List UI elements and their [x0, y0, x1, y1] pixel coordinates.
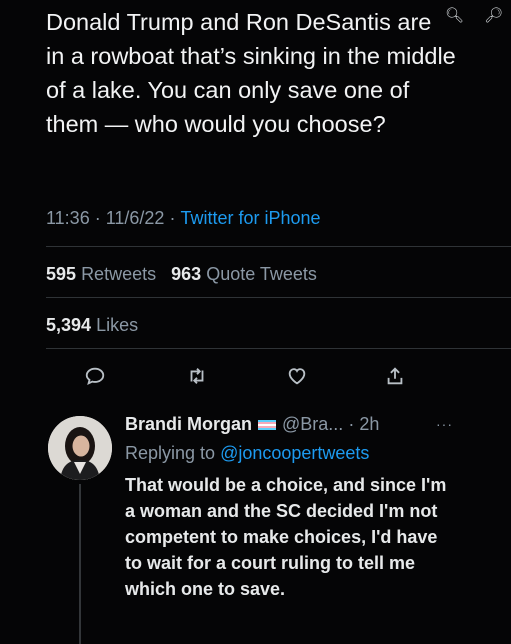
like-icon[interactable] [286, 365, 310, 389]
replying-to: Replying to @joncoopertweets [125, 443, 370, 463]
divider [46, 297, 511, 298]
share-icon[interactable] [384, 365, 408, 389]
divider [46, 348, 511, 349]
quote-tweets-stat[interactable]: 963 Quote Tweets [171, 264, 317, 284]
reply-time[interactable]: 2h [359, 414, 379, 434]
likes-stat[interactable]: 5,394 Likes [46, 315, 138, 336]
flag-icon [258, 420, 277, 431]
reply-handle[interactable]: @Bra... [282, 414, 343, 434]
tweet-source[interactable]: Twitter for iPhone [180, 208, 320, 228]
thread-line [79, 484, 81, 644]
reply-icon[interactable] [84, 365, 108, 389]
tweet-meta: 11:36 · 11/6/22 · Twitter for iPhone [46, 208, 321, 228]
replying-to-mention[interactable]: @joncoopertweets [220, 443, 369, 463]
action-bar [0, 365, 511, 389]
more-icon[interactable]: ··· [436, 416, 453, 432]
avatar[interactable] [48, 416, 112, 480]
tweet-date[interactable]: 11/6/22 [106, 208, 165, 228]
divider [46, 246, 511, 247]
retweet-stats: 595 Retweets 963 Quote Tweets [46, 264, 317, 285]
reply-header: Brandi Morgan @Bra... · 2h [125, 414, 380, 434]
reply-author-name[interactable]: Brandi Morgan [125, 414, 252, 434]
tweet-text: Donald Trump and Ron DeSantis are in a r… [46, 9, 456, 137]
retweet-icon[interactable] [186, 365, 210, 389]
zoom-out-icon[interactable]: 🔎︎ [484, 6, 503, 24]
retweets-stat[interactable]: 595 Retweets [46, 264, 156, 284]
reply-text: That would be a choice, and since I'm a … [125, 475, 447, 599]
tweet-time[interactable]: 11:36 [46, 208, 90, 228]
